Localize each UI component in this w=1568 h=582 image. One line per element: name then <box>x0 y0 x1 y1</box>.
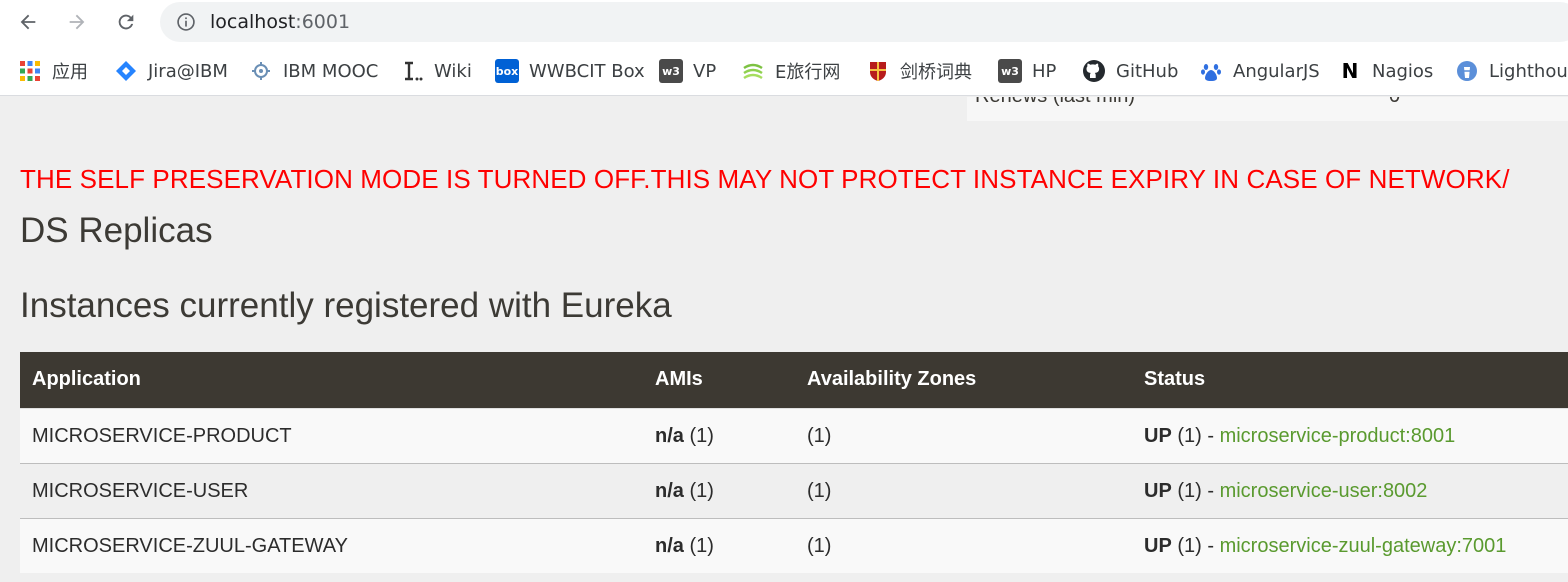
column-header-amis: AMIs <box>655 368 703 390</box>
bookmark-label: Nagios <box>1372 60 1434 82</box>
column-header-status: Status <box>1144 368 1206 390</box>
amis-cell: n/a (1) <box>655 535 714 558</box>
bookmark-etravel[interactable]: E旅行网 <box>741 58 840 84</box>
bookmark-label: Lighthous <box>1489 60 1568 82</box>
ds-replicas-heading: DS Replicas <box>20 211 213 250</box>
bookmark-label: HP <box>1032 60 1057 82</box>
instances-heading: Instances currently registered with Eure… <box>20 286 672 325</box>
instances-table: Application AMIs Availability Zones Stat… <box>20 352 1568 573</box>
w3-icon: w3 <box>998 59 1022 83</box>
status-value: UP <box>1144 535 1172 557</box>
bookmark-label: Jira@IBM <box>148 60 228 82</box>
bookmarks-bar: 应用 Jira@IBM IBM MOOC Wiki box WWBCIT Box… <box>0 46 1568 96</box>
amis-cell: n/a (1) <box>655 480 714 503</box>
application-name: MICROSERVICE-USER <box>32 480 249 502</box>
stats-panel: Renews (last min) 0 <box>967 97 1568 121</box>
ami-count: (1) <box>683 425 714 447</box>
table-header: Application AMIs Availability Zones Stat… <box>20 352 1568 408</box>
bookmark-github[interactable]: GitHub <box>1082 58 1178 84</box>
github-icon <box>1082 59 1106 83</box>
bookmark-label: E旅行网 <box>775 62 841 83</box>
status-count: (1) - <box>1171 480 1220 502</box>
instance-link[interactable]: microservice-product:8001 <box>1220 425 1456 447</box>
bookmark-nagios[interactable]: N Nagios <box>1338 58 1434 84</box>
column-header-application: Application <box>32 368 141 390</box>
status-cell: UP (1) - microservice-zuul-gateway:7001 <box>1144 535 1506 558</box>
zones-cell: (1) <box>807 480 832 502</box>
bookmark-cambridge[interactable]: 剑桥词典 <box>866 58 972 84</box>
ami-count: (1) <box>683 480 714 502</box>
column-header-availability-zones: Availability Zones <box>807 368 977 390</box>
bookmark-label: Wiki <box>434 60 472 82</box>
bookmark-wwbcit-box[interactable]: box WWBCIT Box <box>495 58 645 84</box>
status-count: (1) - <box>1171 535 1220 557</box>
ami-value: n/a <box>655 535 684 557</box>
eureka-page: Renews (last min) 0 THE SELF PRESERVATIO… <box>0 97 1568 582</box>
back-button[interactable] <box>12 6 44 38</box>
application-name: MICROSERVICE-PRODUCT <box>32 425 292 447</box>
table-row: MICROSERVICE-PRODUCT n/a (1) (1) UP (1) … <box>20 408 1568 463</box>
url-port: :6001 <box>295 11 351 33</box>
etravel-icon <box>741 59 765 83</box>
baidu-paw-icon <box>1199 59 1223 83</box>
stats-value: 0 <box>1389 97 1400 108</box>
arrow-right-icon <box>69 14 85 30</box>
bookmark-vp[interactable]: w3 VP <box>659 58 716 84</box>
table-row: MICROSERVICE-ZUUL-GATEWAY n/a (1) (1) UP… <box>20 518 1568 573</box>
bookmark-hp[interactable]: w3 HP <box>998 58 1056 84</box>
instance-link[interactable]: microservice-zuul-gateway:7001 <box>1220 535 1507 557</box>
self-preservation-warning: THE SELF PRESERVATION MODE IS TURNED OFF… <box>20 164 1510 194</box>
status-value: UP <box>1144 480 1172 502</box>
bookmark-label: WWBCIT Box <box>529 60 645 82</box>
url-host: localhost <box>210 11 296 33</box>
zones-cell: (1) <box>807 425 832 447</box>
forward-button[interactable] <box>61 6 93 38</box>
status-cell: UP (1) - microservice-user:8002 <box>1144 480 1427 503</box>
wiki-icon <box>400 59 424 83</box>
bookmark-label: VP <box>693 60 717 82</box>
w3-icon: w3 <box>659 59 683 83</box>
bookmark-angularjs[interactable]: AngularJS <box>1199 58 1320 84</box>
status-cell: UP (1) - microservice-product:8001 <box>1144 425 1455 448</box>
bookmark-label: AngularJS <box>1233 60 1320 82</box>
bookmark-apps[interactable]: 应用 <box>18 58 88 84</box>
reload-icon <box>118 14 134 30</box>
stats-label: Renews (last min) <box>975 97 1135 108</box>
bookmark-label: 剑桥词典 <box>900 62 972 83</box>
mooc-icon <box>249 59 273 83</box>
reload-button[interactable] <box>110 6 142 38</box>
apps-grid-icon <box>18 59 42 83</box>
url-text: localhost:6001 <box>210 11 350 33</box>
table-row: MICROSERVICE-USER n/a (1) (1) UP (1) - m… <box>20 463 1568 518</box>
bookmark-label: GitHub <box>1116 60 1179 82</box>
status-count: (1) - <box>1171 425 1220 447</box>
info-icon[interactable] <box>176 12 196 32</box>
bookmark-lighthouse[interactable]: Lighthous <box>1455 58 1568 84</box>
ami-count: (1) <box>683 535 714 557</box>
bookmark-ibm-mooc[interactable]: IBM MOOC <box>249 58 378 84</box>
application-name: MICROSERVICE-ZUUL-GATEWAY <box>32 535 348 557</box>
bookmark-jira[interactable]: Jira@IBM <box>114 58 228 84</box>
ami-value: n/a <box>655 480 684 502</box>
bookmark-label: IBM MOOC <box>283 60 379 82</box>
amis-cell: n/a (1) <box>655 425 714 448</box>
bookmark-wiki[interactable]: Wiki <box>400 58 472 84</box>
bookmark-label: 应用 <box>52 62 88 83</box>
status-value: UP <box>1144 425 1172 447</box>
jira-icon <box>114 59 138 83</box>
address-bar[interactable]: localhost:6001 <box>160 2 1568 42</box>
nagios-icon: N <box>1341 59 1359 83</box>
cambridge-icon <box>866 59 890 83</box>
arrow-left-icon <box>20 14 36 30</box>
box-icon: box <box>495 59 519 83</box>
browser-toolbar: localhost:6001 <box>0 0 1568 46</box>
ami-value: n/a <box>655 425 684 447</box>
instance-link[interactable]: microservice-user:8002 <box>1220 480 1428 502</box>
lighthouse-icon <box>1455 59 1479 83</box>
zones-cell: (1) <box>807 535 832 557</box>
